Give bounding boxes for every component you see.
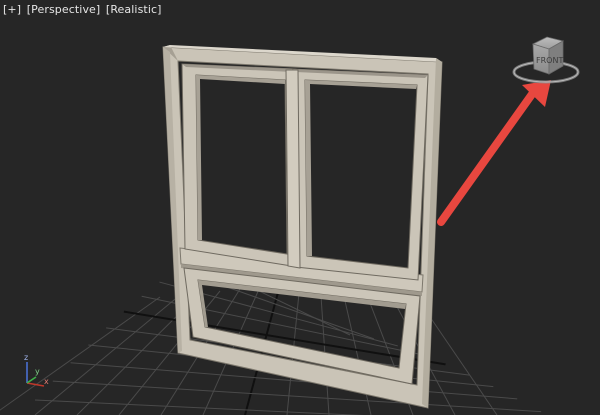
left-sash-inner-bevel [196, 75, 285, 240]
window-mullion[interactable] [285, 69, 301, 269]
right-sash[interactable] [292, 68, 429, 281]
annotation-arrow [437, 80, 551, 226]
viewport-pov-label[interactable]: [Perspective] [26, 3, 102, 16]
grid-line [34, 294, 181, 415]
window-model[interactable] [162, 45, 443, 409]
view-cube-face-label: FRONT [536, 56, 563, 65]
axis-y-label: y [35, 367, 40, 376]
viewport-scene[interactable]: FRONT z x y [0, 0, 600, 415]
axis-x-label: x [44, 377, 49, 386]
view-cube-icon[interactable]: FRONT [512, 36, 580, 84]
viewport-menu-label[interactable]: [+] [2, 3, 22, 16]
viewport-shading-label[interactable]: [Realistic] [105, 3, 163, 16]
viewport-label-menu: [+] [Perspective] [Realistic] [2, 3, 163, 16]
perspective-viewport[interactable]: FRONT z x y [+] [Perspective] [Realistic… [0, 0, 600, 415]
grid-line [319, 280, 330, 415]
axis-z-label: z [24, 353, 28, 362]
grid-line [34, 399, 364, 415]
right-sash-inner-bevel [305, 80, 417, 256]
axis-tripod-icon: z x y [24, 353, 49, 387]
